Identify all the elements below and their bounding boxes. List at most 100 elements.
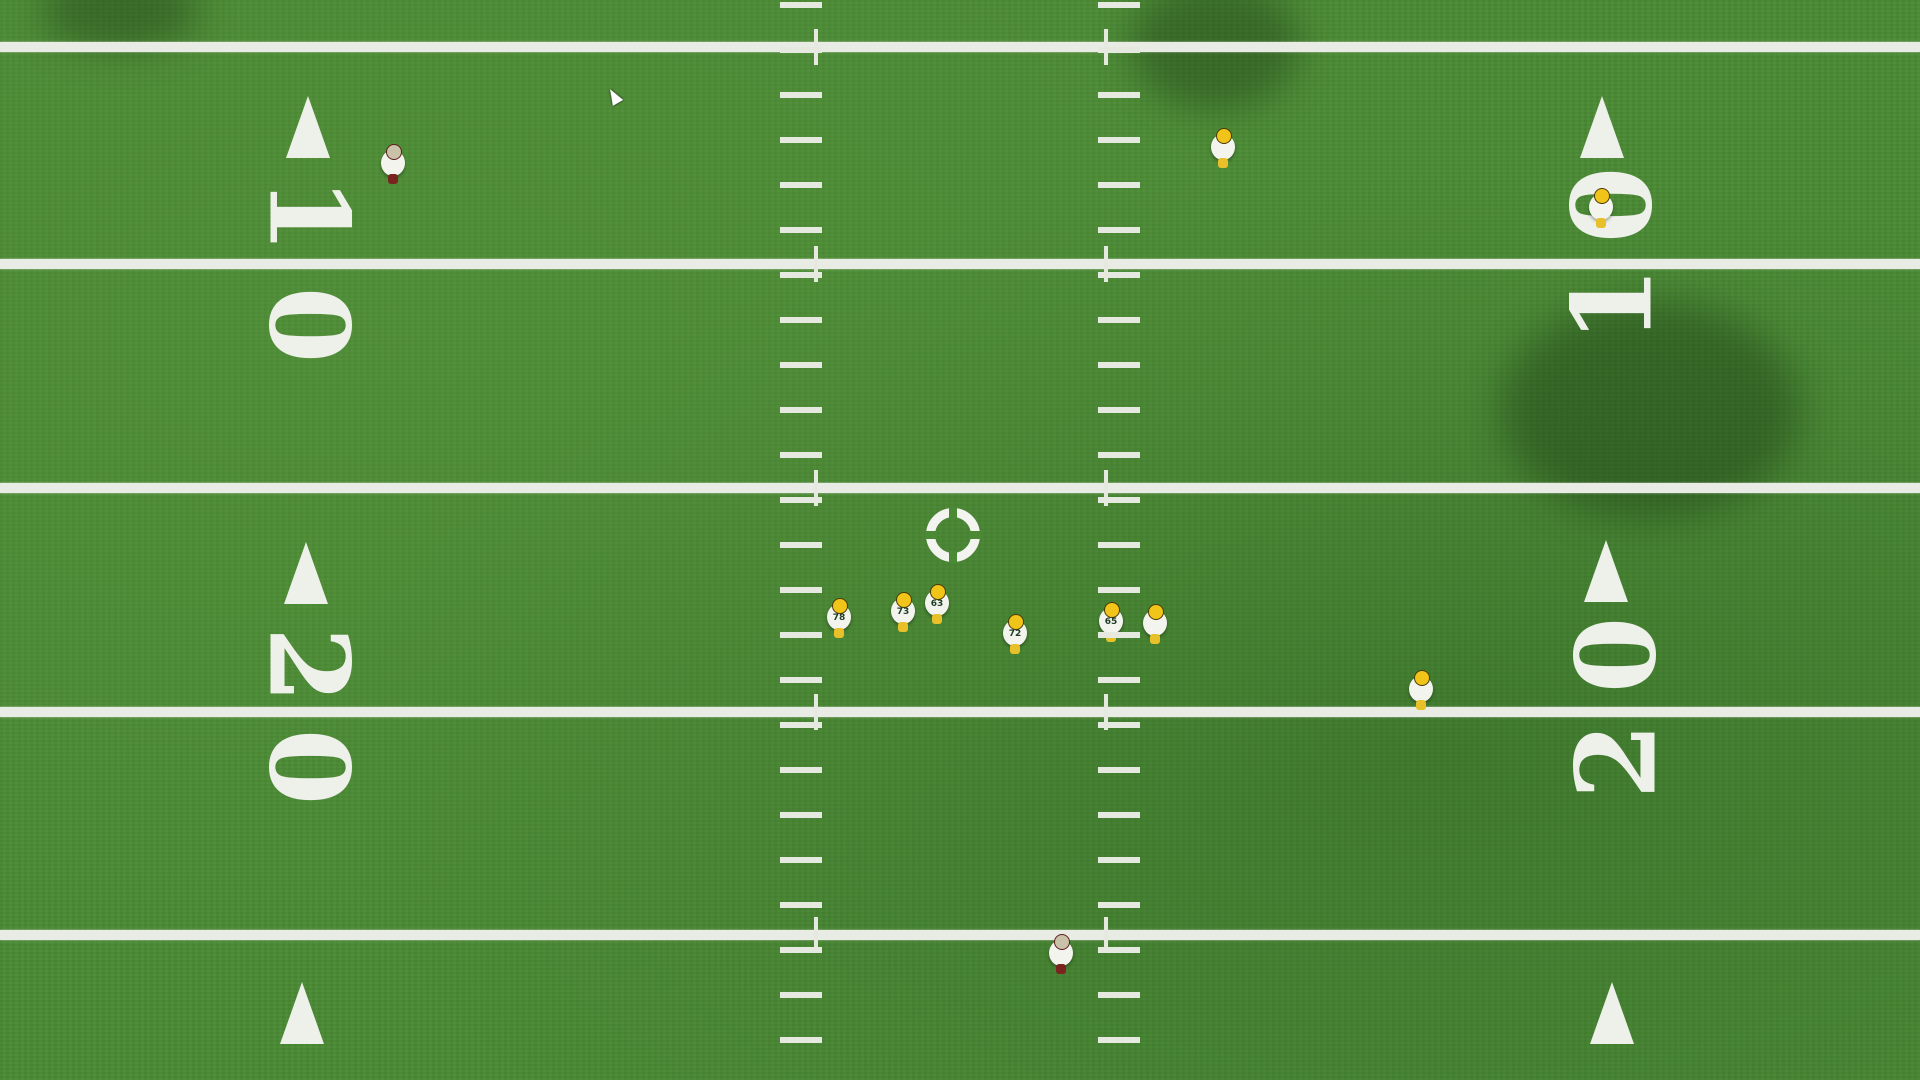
jersey-number: 65 — [1104, 617, 1118, 627]
hash-mark — [1098, 632, 1140, 638]
hash-mark — [780, 677, 822, 683]
hash-mark — [780, 902, 822, 908]
player-legs — [1596, 218, 1606, 228]
ring-gap — [969, 531, 981, 539]
yard-number: 0 — [1551, 616, 1681, 694]
hash-mark — [780, 812, 822, 818]
yard-number: 1 — [244, 176, 374, 254]
player-offense[interactable]: 78 — [822, 598, 856, 638]
direction-arrow-icon — [280, 982, 324, 1044]
direction-arrow-icon — [1580, 96, 1624, 158]
hash-mark — [780, 227, 822, 233]
helmet-icon — [1054, 934, 1070, 950]
player-defense[interactable] — [1044, 934, 1078, 974]
hash-mark — [1098, 182, 1140, 188]
yard-number: 0 — [244, 286, 374, 364]
helmet-icon — [832, 598, 848, 614]
yard-line — [0, 42, 1920, 52]
hash-mark — [780, 362, 822, 368]
hash-mark — [1098, 227, 1140, 233]
target-ring-icon[interactable] — [925, 507, 981, 563]
player-offense[interactable] — [1584, 188, 1618, 228]
yard-line — [0, 483, 1920, 493]
player-legs — [1218, 158, 1228, 168]
player-legs — [898, 622, 908, 632]
hash-mark — [1098, 812, 1140, 818]
inbound-tick — [1104, 917, 1108, 953]
inbound-tick — [1104, 29, 1108, 65]
player-defense[interactable] — [376, 144, 410, 184]
direction-arrow-icon — [286, 96, 330, 158]
helmet-icon — [1148, 604, 1164, 620]
yard-number: 0 — [244, 728, 374, 806]
helmet-icon — [1414, 670, 1430, 686]
player-offense[interactable] — [1404, 670, 1438, 710]
inbound-tick — [814, 246, 818, 282]
hash-mark — [780, 587, 822, 593]
player-offense[interactable] — [1138, 604, 1172, 644]
inbound-tick — [814, 694, 818, 730]
hash-mark — [1098, 902, 1140, 908]
mouse-pointer-icon — [604, 86, 624, 106]
hash-mark — [780, 137, 822, 143]
inbound-tick — [1104, 470, 1108, 506]
helmet-icon — [930, 584, 946, 600]
helmet-icon — [1594, 188, 1610, 204]
hash-mark — [780, 2, 822, 8]
hash-mark — [780, 317, 822, 323]
hash-mark — [1098, 452, 1140, 458]
player-legs — [834, 628, 844, 638]
hash-mark — [1098, 362, 1140, 368]
hash-mark — [1098, 857, 1140, 863]
hash-mark — [1098, 767, 1140, 773]
inbound-tick — [1104, 246, 1108, 282]
hash-mark — [780, 1037, 822, 1043]
hash-mark — [1098, 542, 1140, 548]
player-offense[interactable]: 72 — [998, 614, 1032, 654]
direction-arrow-icon — [1584, 540, 1628, 602]
hash-mark — [1098, 677, 1140, 683]
hash-mark — [780, 407, 822, 413]
helmet-icon — [1216, 128, 1232, 144]
player-legs — [1010, 644, 1020, 654]
direction-arrow-icon — [1590, 982, 1634, 1044]
hash-mark — [780, 632, 822, 638]
football-field[interactable]: 1 0 2 0 0 1 0 2 78 73 63 72 65 — [0, 0, 1920, 1080]
direction-arrow-icon — [284, 542, 328, 604]
hash-mark — [1098, 2, 1140, 8]
hash-mark — [780, 857, 822, 863]
jersey-number: 78 — [832, 613, 846, 623]
field-shadow — [1130, 0, 1300, 110]
hash-mark — [780, 182, 822, 188]
hash-mark — [1098, 992, 1140, 998]
hash-mark — [780, 767, 822, 773]
ring-gap — [949, 551, 957, 563]
player-offense[interactable]: 63 — [920, 584, 954, 624]
yard-number: 2 — [1551, 722, 1681, 800]
jersey-number: 63 — [930, 599, 944, 609]
hash-mark — [1098, 317, 1140, 323]
player-offense[interactable] — [1206, 128, 1240, 168]
player-legs — [1416, 700, 1426, 710]
helmet-icon — [386, 144, 402, 160]
hash-mark — [780, 992, 822, 998]
inbound-tick — [814, 470, 818, 506]
yard-line — [0, 930, 1920, 940]
helmet-icon — [1104, 602, 1120, 618]
hash-mark — [1098, 92, 1140, 98]
player-legs — [1056, 964, 1066, 974]
ring-gap — [949, 507, 957, 519]
inbound-tick — [814, 29, 818, 65]
yard-line — [0, 707, 1920, 717]
hash-mark — [1098, 587, 1140, 593]
inbound-tick — [1104, 694, 1108, 730]
player-legs — [1150, 634, 1160, 644]
hash-mark — [780, 92, 822, 98]
helmet-icon — [1008, 614, 1024, 630]
player-legs — [388, 174, 398, 184]
inbound-tick — [814, 917, 818, 953]
jersey-number: 73 — [896, 607, 910, 617]
hash-mark — [780, 452, 822, 458]
player-offense[interactable]: 73 — [886, 592, 920, 632]
hash-mark — [1098, 407, 1140, 413]
